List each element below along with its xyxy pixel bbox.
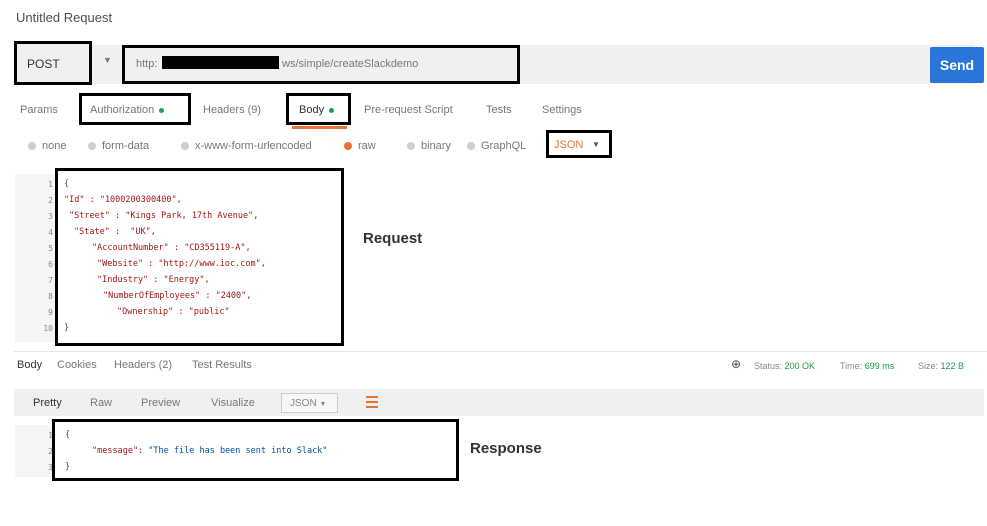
- radio-urlencoded-label: x-www-form-urlencoded: [195, 140, 312, 152]
- raw-button[interactable]: Raw: [90, 397, 112, 409]
- line-number: 9: [48, 308, 53, 317]
- status-readout: Status: 200 OK: [754, 361, 815, 371]
- radio-binary[interactable]: binary: [407, 140, 451, 152]
- line-number: 3: [48, 463, 53, 472]
- request-annotation: Request: [363, 230, 423, 247]
- radio-icon: [467, 142, 475, 150]
- line-number: 7: [48, 276, 53, 285]
- tab-prerequest-script[interactable]: Pre-request Script: [364, 104, 453, 116]
- url-highlight-box: [122, 45, 520, 84]
- radio-graphql[interactable]: GraphQL: [467, 140, 526, 152]
- time-readout: Time: 699 ms: [840, 361, 894, 371]
- response-highlight-box: [52, 419, 459, 481]
- time-label: Time:: [840, 361, 863, 371]
- body-highlight-box: [286, 93, 351, 125]
- radio-raw-label: raw: [358, 140, 376, 152]
- line-number-gutter: 1 2 3: [15, 425, 55, 477]
- method-select[interactable]: POST: [14, 41, 92, 85]
- radio-form-data-label: form-data: [102, 140, 150, 152]
- size-readout: Size: 122 B: [918, 361, 964, 371]
- radio-none-label: none: [42, 140, 67, 152]
- radio-form-data[interactable]: form-data: [88, 140, 149, 152]
- request-highlight-box: [55, 168, 344, 346]
- send-button[interactable]: Send: [930, 47, 984, 83]
- divider: [14, 351, 987, 352]
- time-value: 699 ms: [864, 361, 895, 371]
- response-tab-headers[interactable]: Headers (2): [114, 359, 172, 371]
- radio-selected-icon: [344, 142, 352, 150]
- line-number: 8: [48, 292, 53, 301]
- response-format-label: JSON: [290, 398, 317, 409]
- radio-binary-label: binary: [421, 140, 451, 152]
- json-highlight-box: [546, 130, 612, 158]
- line-number: 10: [43, 324, 53, 333]
- status-label: Status:: [754, 361, 783, 371]
- radio-urlencoded[interactable]: x-www-form-urlencoded: [181, 140, 312, 152]
- size-label: Size:: [918, 361, 939, 371]
- radio-icon: [407, 142, 415, 150]
- response-tab-cookies[interactable]: Cookies: [57, 359, 97, 371]
- line-number: 3: [48, 212, 53, 221]
- line-number: 1: [48, 180, 53, 189]
- line-number: 4: [48, 228, 53, 237]
- chevron-down-icon: ▼: [319, 401, 327, 408]
- preview-button[interactable]: Preview: [141, 397, 180, 409]
- line-number-gutter: 1 2 3 4 5 6 7 8 9 10: [15, 174, 55, 342]
- visualize-button[interactable]: Visualize: [211, 397, 255, 409]
- response-annotation: Response: [470, 440, 542, 457]
- request-title[interactable]: Untitled Request: [16, 10, 112, 25]
- line-number: 1: [48, 431, 53, 440]
- pretty-button[interactable]: Pretty: [33, 397, 62, 409]
- tab-settings[interactable]: Settings: [542, 104, 582, 116]
- size-value: 122 B: [940, 361, 965, 371]
- chevron-down-icon[interactable]: ▼: [103, 55, 112, 65]
- active-tab-underline: [292, 126, 347, 129]
- radio-icon: [88, 142, 96, 150]
- tab-tests[interactable]: Tests: [486, 104, 512, 116]
- response-format-select[interactable]: JSON ▼: [281, 393, 338, 413]
- status-value: 200 OK: [784, 361, 816, 371]
- response-tab-body[interactable]: Body: [17, 359, 42, 371]
- authorization-highlight-box: [79, 93, 191, 125]
- line-number: 2: [48, 196, 53, 205]
- radio-graphql-label: GraphQL: [481, 140, 527, 152]
- wrap-lines-icon[interactable]: [362, 392, 382, 412]
- line-number: 5: [48, 244, 53, 253]
- tab-headers[interactable]: Headers (9): [203, 104, 261, 116]
- tab-params[interactable]: Params: [20, 104, 58, 116]
- line-number: 2: [48, 447, 53, 456]
- radio-raw[interactable]: raw: [344, 140, 376, 152]
- radio-icon: [181, 142, 189, 150]
- line-number: 6: [48, 260, 53, 269]
- radio-icon: [28, 142, 36, 150]
- globe-icon[interactable]: ⊕: [731, 357, 741, 371]
- response-tab-test-results[interactable]: Test Results: [192, 359, 252, 371]
- radio-none[interactable]: none: [28, 140, 66, 152]
